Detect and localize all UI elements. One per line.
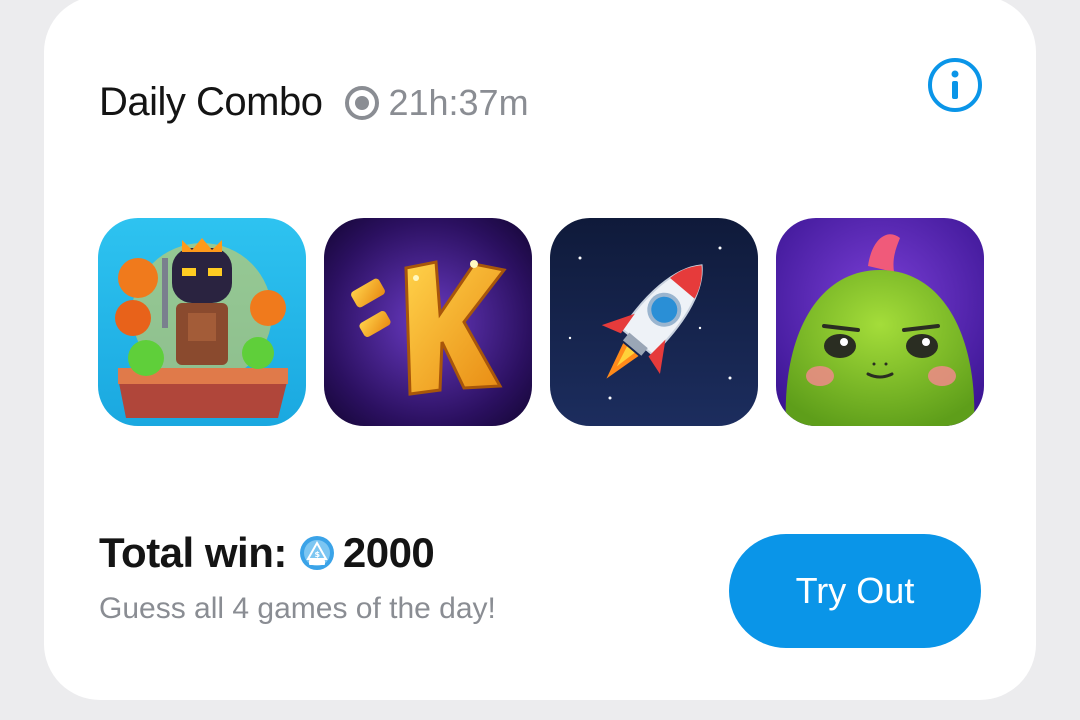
combo-hint: Guess all 4 games of the day!	[99, 592, 496, 625]
game-rocket-icon	[550, 218, 758, 426]
total-win-label: Total win:	[99, 529, 287, 576]
clock-icon	[345, 85, 380, 120]
card-header: Daily Combo 21h:37m	[99, 80, 529, 125]
game-dungeon-hero-icon	[98, 218, 306, 426]
total-win: Total win: $ 2000	[99, 529, 435, 577]
countdown-timer: 21h:37m	[344, 81, 529, 124]
timer-value: 21h:37m	[388, 81, 529, 123]
game-k-logo-icon	[324, 218, 532, 426]
try-out-button[interactable]: Try Out	[729, 534, 981, 648]
total-win-amount: 2000	[342, 529, 435, 576]
daily-combo-card: Daily Combo 21h:37m Total win: $ 2000 Gu…	[44, 0, 1036, 700]
info-icon[interactable]	[926, 56, 984, 114]
games-row	[98, 218, 984, 426]
game-tile-1[interactable]	[98, 218, 306, 426]
game-green-dino-icon	[776, 218, 984, 426]
game-tile-4[interactable]	[776, 218, 984, 426]
card-title: Daily Combo	[99, 80, 323, 124]
coin-icon: $	[299, 536, 334, 570]
game-tile-3[interactable]	[550, 218, 758, 426]
game-tile-2[interactable]	[324, 218, 532, 426]
